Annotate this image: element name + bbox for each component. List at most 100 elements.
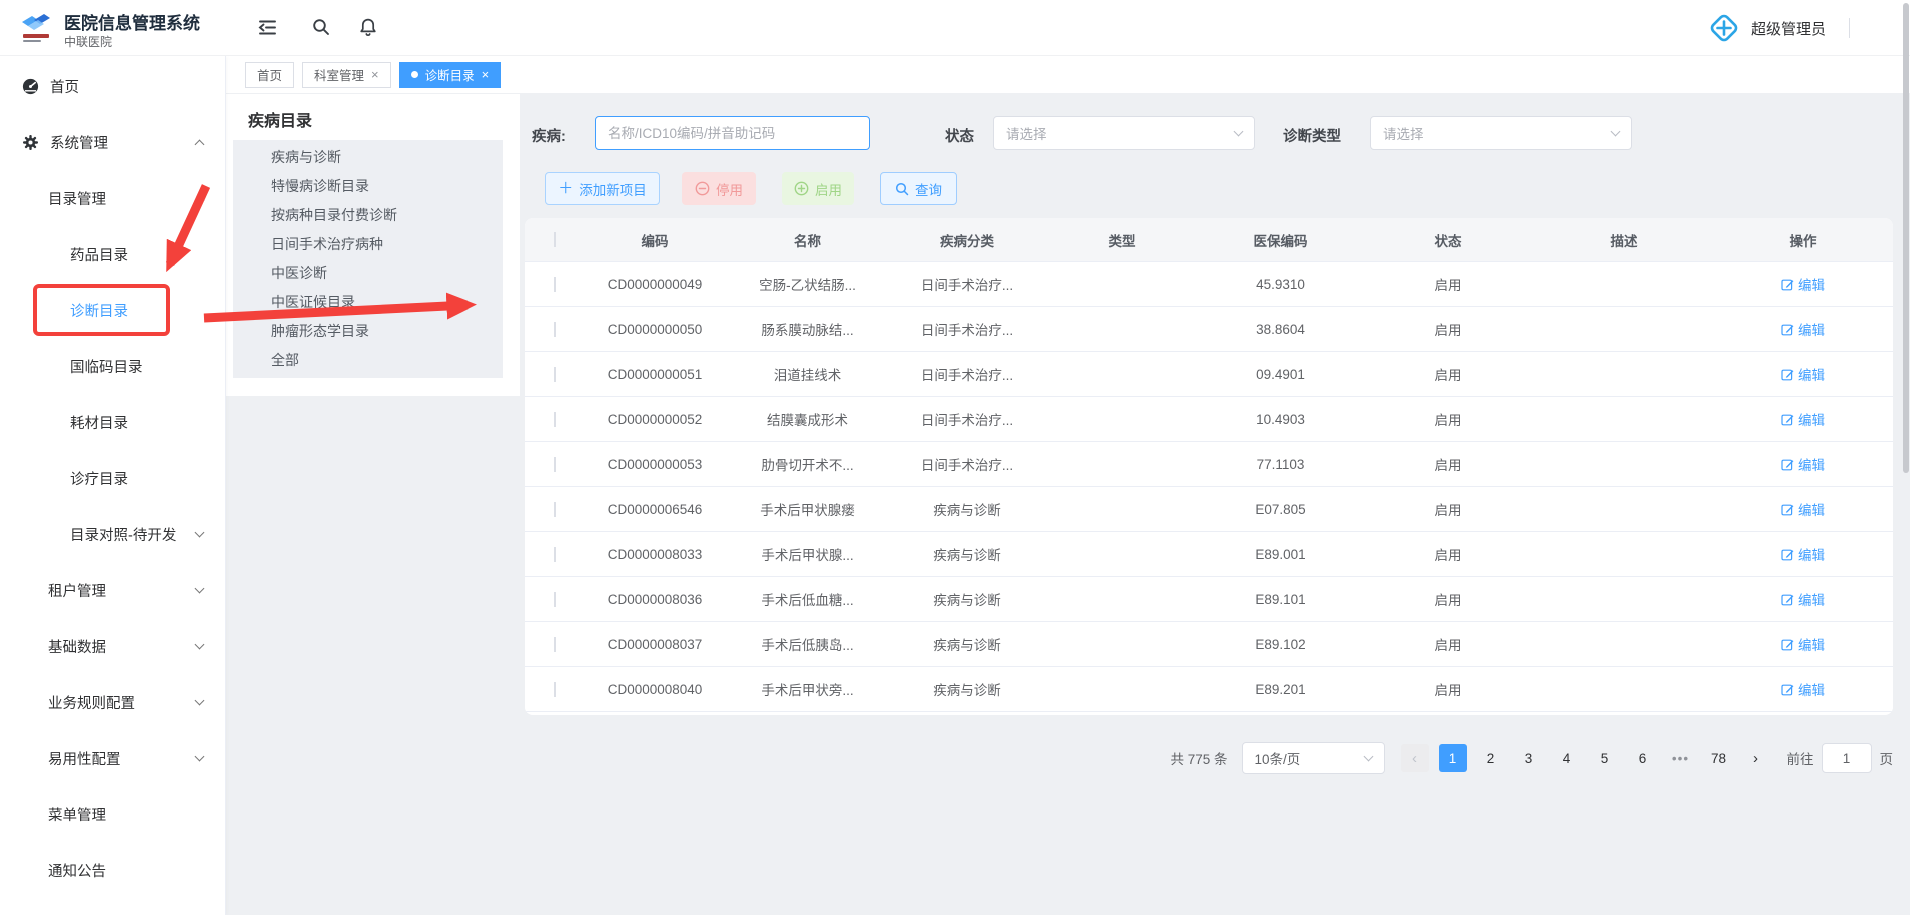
edit-button[interactable]: 编辑: [1781, 679, 1825, 699]
category-item[interactable]: 疾病与诊断: [233, 143, 503, 172]
row-checkbox[interactable]: [554, 547, 556, 562]
edit-button[interactable]: 编辑: [1781, 454, 1825, 474]
vertical-scrollbar[interactable]: [1903, 3, 1909, 473]
chevron-down-icon: [1234, 126, 1244, 136]
close-tab-icon[interactable]: ×: [482, 68, 490, 81]
sidebar-item[interactable]: 耗材目录: [0, 394, 225, 450]
page-number-button[interactable]: 4: [1553, 744, 1581, 772]
edit-button[interactable]: 编辑: [1781, 589, 1825, 609]
edit-button[interactable]: 编辑: [1781, 634, 1825, 654]
sidebar-item[interactable]: 诊疗目录: [0, 450, 225, 506]
page-number-button[interactable]: 3: [1515, 744, 1543, 772]
sidebar-item[interactable]: 易用性配置: [0, 730, 225, 786]
sidebar-item[interactable]: 国临码目录: [0, 338, 225, 394]
edit-button[interactable]: 编辑: [1781, 319, 1825, 339]
sidebar-item[interactable]: 药品目录: [0, 226, 225, 282]
page-number-button[interactable]: 78: [1705, 744, 1733, 772]
sidebar-item[interactable]: 系统管理: [0, 114, 225, 170]
category-item[interactable]: 肿瘤形态学目录: [233, 317, 503, 346]
select-all-checkbox[interactable]: [554, 232, 556, 247]
cell-name: 手术后甲状腺...: [725, 544, 890, 564]
edit-button[interactable]: 编辑: [1781, 274, 1825, 294]
sidebar-item[interactable]: 通知公告: [0, 842, 225, 898]
cell-code: CD0000000049: [585, 277, 725, 292]
page-number-button[interactable]: 6: [1629, 744, 1657, 772]
sidebar-item-label: 耗材目录: [70, 412, 128, 433]
next-page-button[interactable]: ›: [1743, 744, 1769, 772]
status-select[interactable]: 请选择: [993, 116, 1255, 150]
user-name: 超级管理员: [1751, 18, 1826, 39]
category-item[interactable]: 日间手术治疗病种: [233, 230, 503, 259]
edit-button[interactable]: 编辑: [1781, 544, 1825, 564]
app-title: 医院信息管理系统: [64, 9, 200, 34]
sidebar-item[interactable]: 租户管理: [0, 562, 225, 618]
disable-button[interactable]: 停用: [682, 172, 756, 205]
sidebar-item-label: 通知公告: [48, 860, 106, 881]
page-tab[interactable]: 首页 ×: [245, 62, 294, 88]
category-item[interactable]: 中医证候目录: [233, 288, 503, 317]
disease-filter-label: 疾病:: [532, 125, 566, 146]
sidebar-item[interactable]: 菜单管理: [0, 786, 225, 842]
edit-button[interactable]: 编辑: [1781, 364, 1825, 384]
chevron-icon: [195, 139, 205, 149]
pagination-bar: 共 775 条 10条/页 ‹ 1 2 3 4 5 6 ••• 78: [525, 738, 1893, 778]
column-header: 编码: [585, 230, 725, 250]
row-checkbox[interactable]: [554, 412, 556, 427]
sidebar-item-label: 业务规则配置: [48, 692, 135, 713]
chevron-icon: [195, 695, 205, 705]
sidebar-item[interactable]: 诊断目录: [0, 282, 225, 338]
page-size-select[interactable]: 10条/页: [1242, 742, 1385, 774]
table-row: CD0000000053 肋骨切开术不... 日间手术治疗... 77.1103…: [525, 442, 1893, 487]
page-tab[interactable]: 诊断目录 ×: [399, 62, 502, 88]
page-number-button[interactable]: •••: [1667, 744, 1695, 772]
category-item[interactable]: 特慢病诊断目录: [233, 172, 503, 201]
query-button[interactable]: 查询: [880, 172, 957, 205]
category-item[interactable]: 按病种目录付费诊断: [233, 201, 503, 230]
sidebar-item[interactable]: 首页: [0, 58, 225, 114]
tab-label: 首页: [257, 65, 282, 84]
sidebar-item[interactable]: 业务规则配置: [0, 674, 225, 730]
diagnosis-type-filter-label: 诊断类型: [1283, 125, 1341, 146]
bell-icon[interactable]: [355, 14, 381, 40]
disease-search-input[interactable]: [595, 116, 870, 150]
edit-button[interactable]: 编辑: [1781, 499, 1825, 519]
cell-status: 启用: [1361, 634, 1535, 654]
sidebar-item[interactable]: 目录对照-待开发: [0, 506, 225, 562]
cell-category: 疾病与诊断: [890, 589, 1044, 609]
row-checkbox[interactable]: [554, 682, 556, 697]
cell-category: 疾病与诊断: [890, 544, 1044, 564]
edit-pencil-icon: [1781, 638, 1794, 651]
category-item[interactable]: 中医诊断: [233, 259, 503, 288]
search-icon[interactable]: [308, 14, 334, 40]
page-number-button[interactable]: 5: [1591, 744, 1619, 772]
enable-button[interactable]: 启用: [782, 172, 854, 205]
row-checkbox[interactable]: [554, 322, 556, 337]
prev-page-button[interactable]: ‹: [1401, 744, 1429, 772]
user-menu[interactable]: 超级管理员: [1706, 0, 1850, 56]
row-checkbox[interactable]: [554, 277, 556, 292]
edit-button[interactable]: 编辑: [1781, 409, 1825, 429]
row-checkbox[interactable]: [554, 637, 556, 652]
row-checkbox[interactable]: [554, 592, 556, 607]
close-tab-icon[interactable]: ×: [371, 68, 379, 81]
cell-status: 启用: [1361, 319, 1535, 339]
row-checkbox[interactable]: [554, 502, 556, 517]
page-number-button[interactable]: 2: [1477, 744, 1505, 772]
goto-page-input[interactable]: [1822, 743, 1872, 773]
sidebar-item[interactable]: 目录管理: [0, 170, 225, 226]
main-content: 疾病目录 疾病与诊断 特慢病诊断目录 按病种目录付费诊断 日间手术治疗病种 中医…: [226, 94, 1910, 915]
cell-insurance-code: 10.4903: [1200, 412, 1361, 427]
diagnosis-type-select[interactable]: 请选择: [1370, 116, 1632, 150]
row-checkbox[interactable]: [554, 457, 556, 472]
category-item[interactable]: 全部: [233, 346, 503, 375]
table-row: CD0000008037 手术后低胰岛... 疾病与诊断 E89.102 启用: [525, 622, 1893, 667]
sidebar-item-label: 药品目录: [70, 244, 128, 265]
add-item-button[interactable]: ＋ 添加新项目: [545, 172, 660, 205]
page-tab[interactable]: 科室管理 ×: [302, 62, 391, 88]
page-number-button[interactable]: 1: [1439, 744, 1467, 772]
collapse-sidebar-icon[interactable]: [254, 14, 280, 40]
sidebar-item[interactable]: 基础数据: [0, 618, 225, 674]
row-checkbox[interactable]: [554, 367, 556, 382]
cell-insurance-code: E89.101: [1200, 592, 1361, 607]
cell-code: CD0000006546: [585, 502, 725, 517]
